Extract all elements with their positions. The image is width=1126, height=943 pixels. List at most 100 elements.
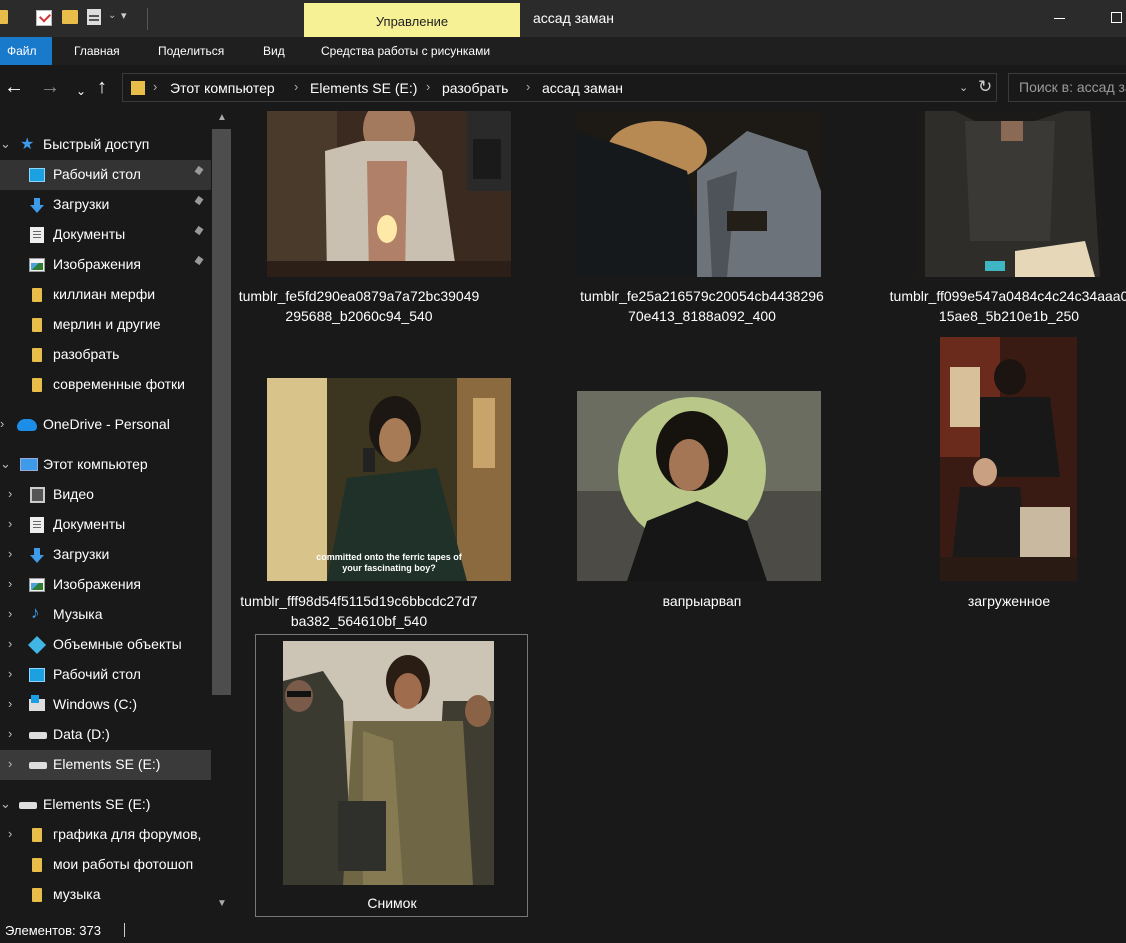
sidebar-item-pictures-pinned[interactable]: Изображения [0,250,211,280]
tab-view[interactable]: Вид [251,37,297,65]
minimize-icon[interactable] [1054,18,1065,19]
pictures-icon [29,258,45,272]
pin-icon[interactable] [195,197,203,209]
file-thumbnail[interactable] [267,378,511,581]
sidebar-item-folder[interactable]: мерлин и другие [0,310,211,340]
sidebar-item-desktop-pinned[interactable]: Рабочий стол [0,160,211,190]
sidebar-item-onedrive[interactable]: › OneDrive - Personal [0,410,211,440]
search-input[interactable]: Поиск в: ассад заман [1008,73,1126,102]
sidebar-item-this-pc[interactable]: ⌄ Этот компьютер [0,450,211,480]
file-thumbnail[interactable] [940,337,1077,581]
file-name[interactable]: загруженное [874,591,1126,611]
properties-check-icon[interactable] [36,10,52,26]
new-folder-icon[interactable] [62,10,78,24]
sidebar-item-folder[interactable]: мои работы фотошоп [0,850,211,880]
refresh-icon[interactable]: ↻ [978,77,992,97]
manage-tab[interactable]: Управление [304,3,520,37]
scroll-down-icon[interactable]: ▼ [217,898,227,909]
file-name[interactable]: вапрыарвап [567,591,837,611]
pin-icon[interactable] [195,227,203,239]
sidebar-item-desktop[interactable]: › Рабочий стол [0,660,211,690]
chevron-right-icon[interactable]: › [8,486,12,501]
chevron-right-icon[interactable]: › [0,416,4,431]
rename-icon[interactable] [87,9,101,25]
customize-toolbar-icon[interactable]: ▾ [121,9,127,22]
sidebar-item-drive-e-root[interactable]: ⌄ Elements SE (E:) [0,790,211,820]
chevron-right-icon[interactable]: › [8,726,12,741]
tab-share[interactable]: Поделиться [146,37,236,65]
chevron-right-icon[interactable]: › [8,696,12,711]
tab-picture-tools[interactable]: Средства работы с рисунками [309,37,502,65]
sidebar-item-videos[interactable]: › Видео [0,480,211,510]
sidebar-item-documents-pinned[interactable]: Документы [0,220,211,250]
sidebar-item-music[interactable]: › ♪ Музыка [0,600,211,630]
file-thumbnail[interactable] [283,641,494,885]
address-bar[interactable]: › Этот компьютер › Elements SE (E:) › ра… [122,73,997,102]
file-name[interactable]: tumblr_ff099e547a0484c4c24c34aaa0 15ae8_… [874,286,1126,326]
sidebar-item-3d-objects[interactable]: › Объемные объекты [0,630,211,660]
sidebar-item-folder[interactable]: киллиан мерфи [0,280,211,310]
sidebar-item-folder[interactable]: разобрать [0,340,211,370]
file-name[interactable]: Снимок [257,893,527,913]
sidebar-item-drive-e[interactable]: › Elements SE (E:) [0,750,211,780]
pin-icon[interactable] [195,167,203,179]
maximize-icon[interactable] [1111,12,1122,23]
scrollbar-thumb[interactable] [212,129,231,695]
breadcrumb-this-pc[interactable]: Этот компьютер [170,80,275,96]
sidebar-item-documents[interactable]: › Документы [0,510,211,540]
folder-icon [32,288,42,302]
chevron-right-icon[interactable]: › [8,516,12,531]
file-name[interactable]: tumblr_fe5fd290ea0879a7a72bc39049 295688… [234,286,494,326]
chevron-right-icon[interactable]: › [8,636,12,651]
file-thumbnail[interactable] [577,111,821,277]
breadcrumb-separator-icon[interactable]: › [526,79,530,94]
sidebar-item-quick-access[interactable]: ⌄ ★ Быстрый доступ [0,130,211,160]
chevron-right-icon[interactable]: › [8,546,12,561]
breadcrumb-razobrat[interactable]: разобрать [442,80,508,96]
pin-icon[interactable] [195,257,203,269]
file-thumbnail[interactable] [267,111,511,277]
sidebar-item-label: Elements SE (E:) [43,796,151,812]
ribbon-tabs: Файл Главная Поделиться Вид Средства раб… [0,37,1126,65]
tab-file[interactable]: Файл [0,37,52,65]
sidebar-item-pictures[interactable]: › Изображения [0,570,211,600]
sidebar-item-drive-c[interactable]: › Windows (C:) [0,690,211,720]
file-name[interactable]: tumblr_fe25a216579c20054cb4438296 70e413… [567,286,837,326]
chevron-down-icon[interactable]: ⌄ [0,796,11,812]
sidebar-item-folder[interactable]: › графика для форумов, [0,820,211,850]
cloud-icon [17,419,37,431]
breadcrumb-current[interactable]: ассад заман [542,80,623,96]
scroll-up-icon[interactable]: ▲ [217,112,227,123]
breadcrumb-drive-e[interactable]: Elements SE (E:) [310,80,417,96]
folder-icon [32,828,42,842]
file-thumbnail[interactable] [915,111,1102,277]
chevron-down-icon[interactable]: ⌄ [0,456,11,472]
desktop-icon [29,168,45,182]
tab-home[interactable]: Главная [62,37,132,65]
window-title: ассад заман [533,10,614,26]
address-dropdown-icon[interactable]: ⌄ [959,81,968,94]
back-arrow-icon[interactable]: ← [4,77,24,97]
sidebar-item-downloads[interactable]: › Загрузки [0,540,211,570]
chevron-right-icon[interactable]: › [8,606,12,621]
breadcrumb-separator-icon[interactable]: › [426,79,430,94]
recent-locations-chevron-icon[interactable]: ⌄ [76,81,86,101]
forward-arrow-icon[interactable]: → [40,77,60,97]
file-thumbnail[interactable] [577,391,821,581]
sidebar-item-folder[interactable]: современные фотки [0,370,211,400]
sidebar-item-label: Data (D:) [53,726,110,742]
toolbar-divider [147,8,148,30]
sidebar-item-downloads-pinned[interactable]: Загрузки [0,190,211,220]
chevron-right-icon[interactable]: › [8,666,12,681]
chevron-right-icon[interactable]: › [8,576,12,591]
chevron-right-icon[interactable]: › [8,826,12,841]
chevron-right-icon[interactable]: › [8,756,12,771]
sidebar-item-drive-d[interactable]: › Data (D:) [0,720,211,750]
chevron-down-icon[interactable]: ⌄ [108,10,116,21]
breadcrumb-separator-icon[interactable]: › [153,79,157,94]
up-arrow-icon[interactable]: ↑ [97,77,107,97]
breadcrumb-separator-icon[interactable]: › [294,79,298,94]
sidebar-item-folder[interactable]: музыка [0,880,211,910]
file-name[interactable]: tumblr_fff98d54f5115d19c6bbcdc27d7 ba382… [234,591,494,631]
chevron-down-icon[interactable]: ⌄ [0,136,11,152]
